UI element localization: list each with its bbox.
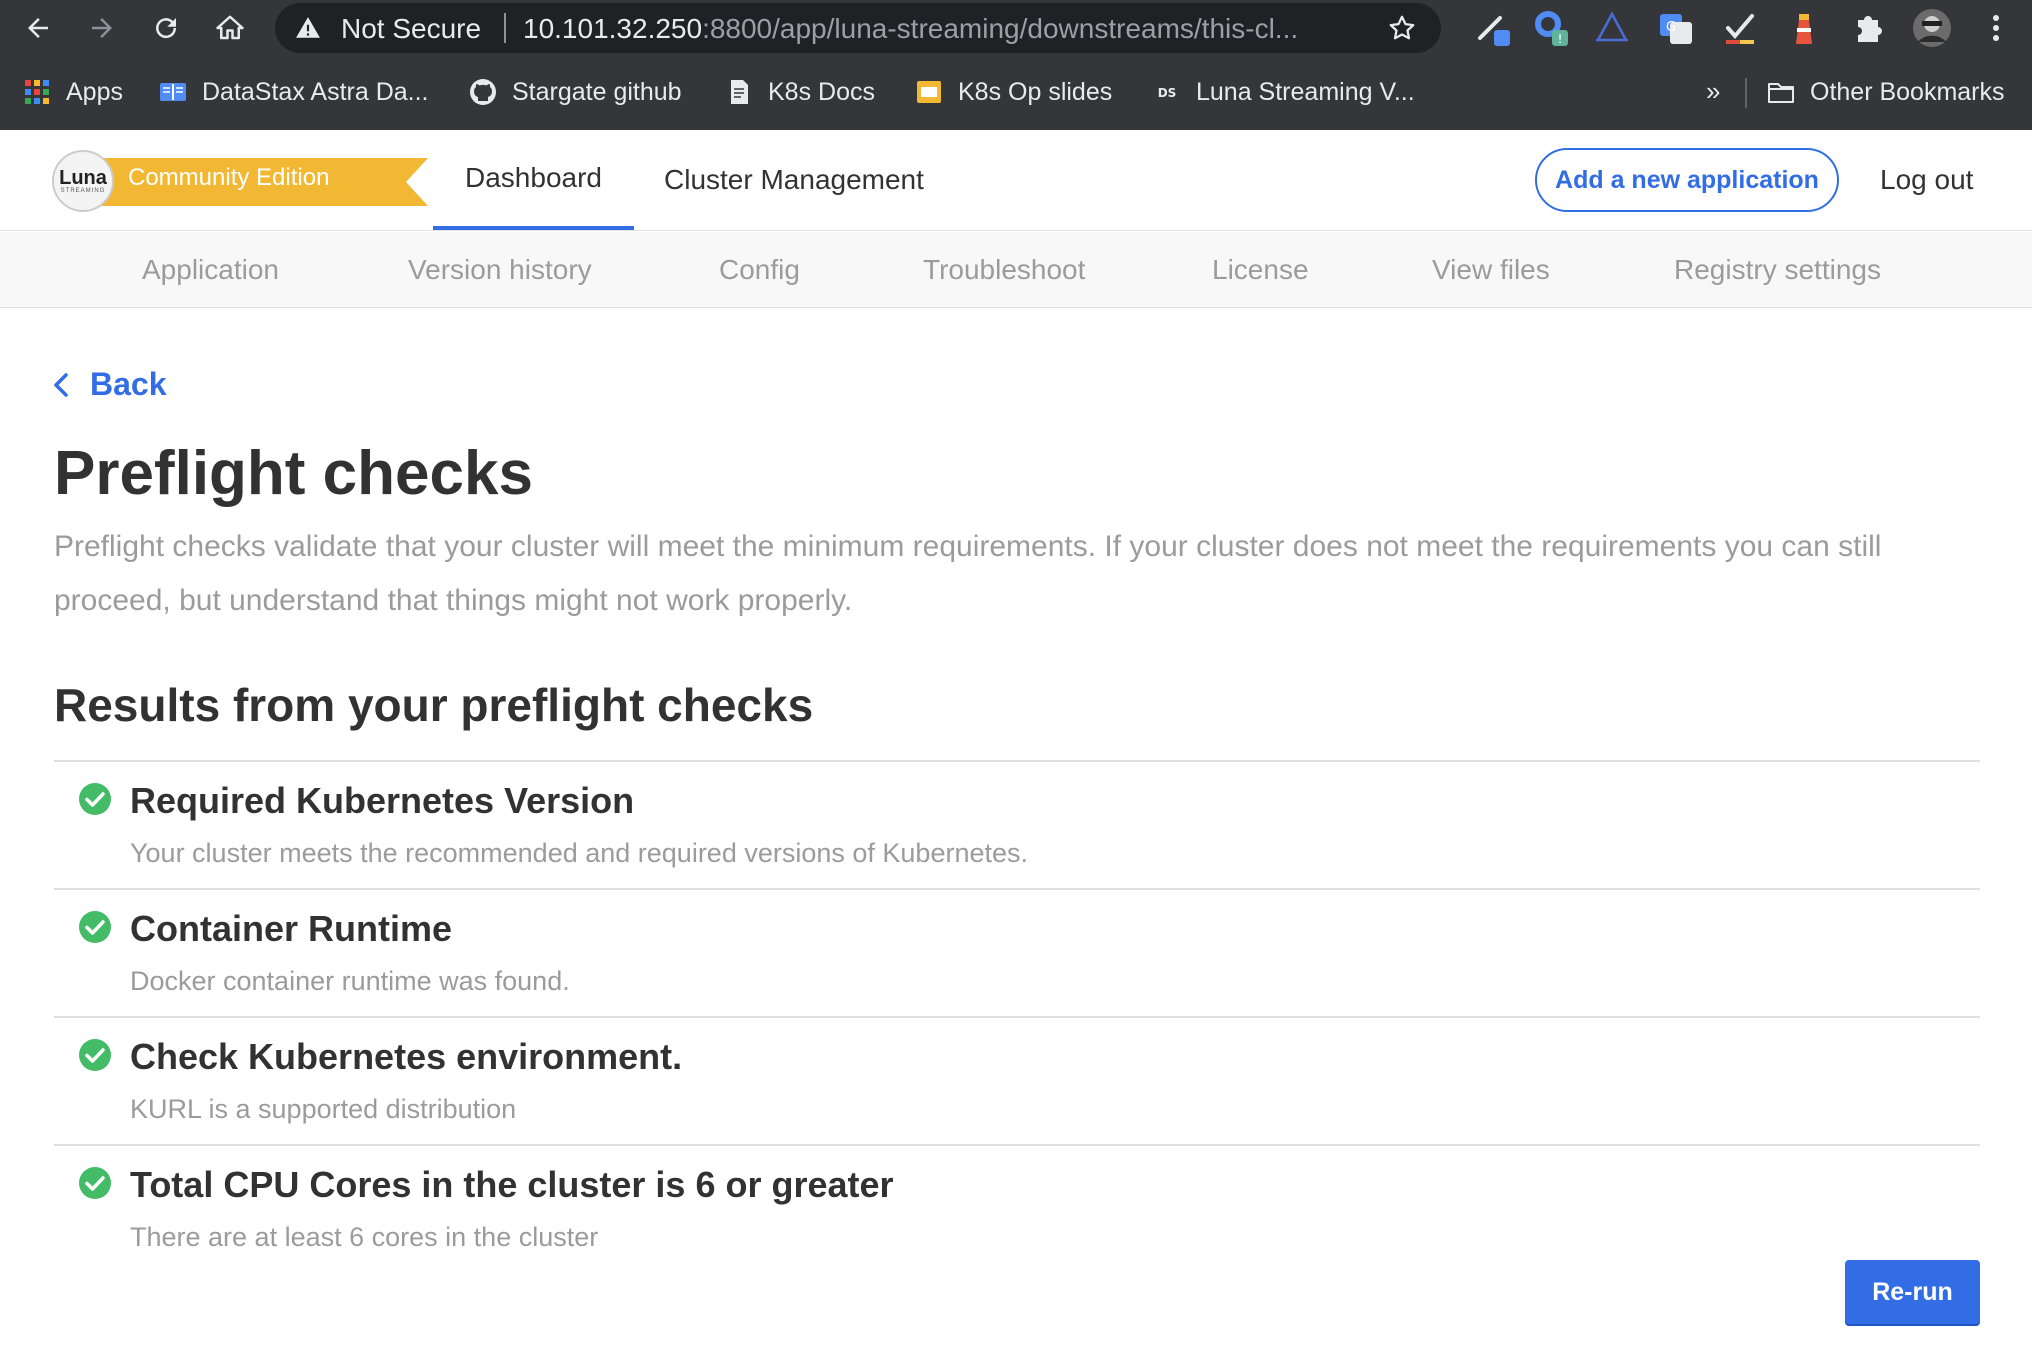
- url-text[interactable]: 10.101.32.250:8800/app/luna-streaming/do…: [523, 13, 1323, 45]
- rerun-button[interactable]: Re-run: [1845, 1260, 1980, 1324]
- tab-dashboard[interactable]: Dashboard: [433, 130, 634, 230]
- bookmarks-divider: [1745, 78, 1747, 108]
- chevron-left-icon: [54, 372, 68, 397]
- forward-arrow-icon[interactable]: [80, 6, 124, 50]
- result-message: Your cluster meets the recommended and r…: [130, 838, 1029, 868]
- back-label: Back: [90, 366, 167, 402]
- result-title: Required Kubernetes Version: [130, 780, 635, 821]
- preflight-result-row: Check Kubernetes environment. KURL is a …: [54, 1016, 1980, 1144]
- check-circle-icon: [79, 783, 111, 815]
- results-heading: Results from your preflight checks: [54, 679, 814, 731]
- edition-label: Community Edition: [128, 164, 330, 191]
- bookmark-label: K8s Op slides: [958, 77, 1113, 106]
- back-arrow-icon[interactable]: [16, 6, 60, 50]
- check-circle-icon: [79, 1039, 111, 1071]
- bookmark-label: Stargate github: [512, 77, 682, 106]
- browser-chrome: Not Secure 10.101.32.250:8800/app/luna-s…: [0, 0, 2032, 130]
- subnav-config[interactable]: Config: [719, 254, 800, 286]
- subnav-version-history[interactable]: Version history: [408, 254, 592, 286]
- logout-link[interactable]: Log out: [1880, 164, 1973, 196]
- subnav-troubleshoot[interactable]: Troubleshoot: [923, 254, 1085, 286]
- app-header: Luna STREAMING Community Edition Dashboa…: [0, 130, 2032, 231]
- folder-icon: [1766, 77, 1796, 107]
- check-circle-icon: [79, 911, 111, 943]
- checkmark-extension-icon[interactable]: [1720, 8, 1760, 48]
- color-picker-extension-icon[interactable]: [1474, 8, 1514, 48]
- home-icon[interactable]: [208, 6, 252, 50]
- address-divider: [504, 13, 506, 43]
- back-link[interactable]: Back: [52, 366, 167, 403]
- bookmark-label: DataStax Astra Da...: [202, 77, 429, 106]
- result-title: Check Kubernetes environment.: [130, 1036, 683, 1077]
- subnav-application[interactable]: Application: [142, 254, 279, 286]
- ds-icon: DS: [1152, 77, 1182, 107]
- bookmark-k8s-docs[interactable]: K8s Docs: [724, 74, 875, 110]
- svg-text:!: !: [1558, 32, 1563, 46]
- result-message: There are at least 6 cores in the cluste…: [130, 1222, 599, 1252]
- lighthouse-extension-icon[interactable]: [1784, 8, 1824, 48]
- document-icon: [724, 77, 754, 107]
- bookmark-label: Apps: [66, 77, 123, 106]
- reload-icon[interactable]: [144, 6, 188, 50]
- browser-menu-icon[interactable]: [1976, 8, 2016, 48]
- security-label[interactable]: Not Secure: [341, 13, 481, 45]
- logo-word: Luna: [59, 167, 107, 189]
- bookmark-luna-streaming[interactable]: DS Luna Streaming V...: [1152, 74, 1415, 110]
- result-message: KURL is a supported distribution: [130, 1094, 517, 1124]
- more-bookmarks-button[interactable]: »: [1706, 76, 1720, 107]
- slides-icon: [914, 77, 944, 107]
- bookmark-k8s-slides[interactable]: K8s Op slides: [914, 74, 1112, 110]
- subnav-registry-settings[interactable]: Registry settings: [1674, 254, 1881, 286]
- page-title: Preflight checks: [54, 439, 533, 508]
- preflight-result-row: Container Runtime Docker container runti…: [54, 888, 1980, 1016]
- logo-subtitle: STREAMING: [60, 188, 106, 194]
- bookmark-other[interactable]: Other Bookmarks: [1766, 74, 2005, 110]
- url-host: 10.101.32.250: [523, 13, 703, 44]
- bookmark-label: Other Bookmarks: [1810, 77, 2005, 106]
- subnav-view-files[interactable]: View files: [1432, 254, 1550, 286]
- preflight-result-row: Required Kubernetes Version Your cluster…: [54, 760, 1980, 888]
- bookmark-label: K8s Docs: [768, 77, 875, 106]
- profile-avatar-icon[interactable]: [1912, 8, 1952, 48]
- search-extension-icon[interactable]: !: [1532, 8, 1572, 48]
- result-message: Docker container runtime was found.: [130, 966, 570, 996]
- warning-icon: [296, 17, 320, 38]
- result-title: Container Runtime: [130, 908, 453, 949]
- bookmark-star-icon[interactable]: [1387, 13, 1417, 43]
- github-icon: [468, 77, 498, 107]
- bookmark-datastax[interactable]: DataStax Astra Da...: [158, 74, 429, 110]
- astra-extension-icon[interactable]: [1592, 8, 1632, 48]
- application-subnav: Application Version history Config Troub…: [0, 232, 2032, 308]
- tab-label: Cluster Management: [664, 164, 924, 195]
- svg-text:G: G: [1666, 20, 1676, 35]
- book-icon: [158, 77, 188, 107]
- apps-grid-icon: [22, 77, 52, 107]
- url-path: :8800/app/luna-streaming/downstreams/thi…: [702, 13, 1299, 44]
- svg-text:DS: DS: [1158, 86, 1177, 100]
- add-application-button[interactable]: Add a new application: [1535, 148, 1839, 212]
- bookmark-apps[interactable]: Apps: [22, 74, 123, 110]
- translate-extension-icon[interactable]: G: [1656, 8, 1696, 48]
- result-title: Total CPU Cores in the cluster is 6 or g…: [130, 1164, 894, 1205]
- bookmark-label: Luna Streaming V...: [1196, 77, 1415, 106]
- bookmarks-bar: Apps DataStax Astra Da... Stargate githu…: [0, 68, 2032, 116]
- check-circle-icon: [79, 1167, 111, 1199]
- logo-badge: Luna STREAMING: [52, 150, 114, 212]
- page-description: Preflight checks validate that your clus…: [54, 530, 1882, 617]
- preflight-results-list: Required Kubernetes Version Your cluster…: [54, 760, 1980, 1272]
- luna-logo[interactable]: Luna STREAMING Community Edition: [52, 150, 428, 212]
- tab-label: Dashboard: [465, 162, 602, 193]
- address-bar[interactable]: Not Secure 10.101.32.250:8800/app/luna-s…: [275, 3, 1441, 53]
- tab-cluster-management[interactable]: Cluster Management: [664, 130, 924, 230]
- bookmark-stargate[interactable]: Stargate github: [468, 74, 682, 110]
- browser-toolbar: Not Secure 10.101.32.250:8800/app/luna-s…: [0, 0, 2032, 56]
- preflight-result-row: Total CPU Cores in the cluster is 6 or g…: [54, 1144, 1980, 1272]
- extensions-puzzle-icon[interactable]: [1848, 8, 1888, 48]
- subnav-license[interactable]: License: [1212, 254, 1309, 286]
